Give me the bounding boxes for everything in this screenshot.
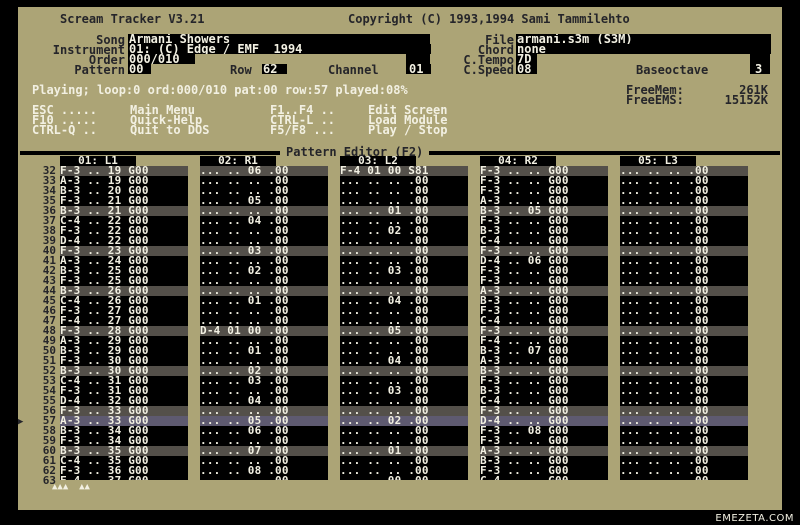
app-title: Scream Tracker V3.21 — [60, 12, 205, 26]
baseoctave-label: Baseoctave — [636, 63, 709, 77]
channel-label: Channel — [328, 63, 379, 77]
channel-header-4[interactable]: 04: R2 — [480, 155, 556, 166]
watermark: EMEZETA.COM — [715, 513, 794, 524]
pattern-cell[interactable]: ... .. 00 .00 — [340, 475, 468, 480]
song-name-field[interactable]: Armani Showers — [128, 34, 387, 44]
help-key-f5-f8: F5/F8 ... — [270, 123, 336, 137]
ctempo-field[interactable]: 7D — [516, 54, 537, 64]
cspeed-label: C.Speed — [463, 63, 514, 77]
file-field[interactable]: armani.s3m (S3M) — [516, 34, 771, 44]
instrument-field[interactable]: 01: (C) Edge / EMF 1994 — [128, 44, 431, 54]
help-key-ctrl-q: CTRL-Q .. — [32, 123, 98, 137]
help-quit-dos[interactable]: Quit to DOS — [130, 124, 209, 136]
tracker-screen: Scream Tracker V3.21 Copyright (C) 1993,… — [18, 7, 782, 510]
scroll-markers: ▲▲▲ ▲▲ — [52, 482, 90, 492]
freeems-value: 15152K — [724, 93, 768, 107]
channel-header-5[interactable]: 05: L3 — [620, 155, 696, 166]
pattern-cell[interactable]: F-4 .. 37 G00 — [60, 475, 188, 480]
channel-column-4[interactable]: F-3 .. .. G00 F-3 .. .. G00 F-3 .. .. G00 A… — [480, 166, 608, 480]
channel-header-3[interactable]: 03: L2 — [340, 155, 416, 166]
row-number-column: 32 33 34 35 36 37 38 39 40 41 42 43 44 45 46 47 48 49 50 51… — [18, 165, 58, 486]
cspeed-field[interactable]: 08 — [516, 64, 537, 74]
channel-column-2[interactable]: ... .. 06 .00... .. .. .00... .. .. .00.… — [200, 166, 328, 480]
play-position-arrow-icon: ▶ — [18, 417, 24, 427]
freeems-label: FreeEMS: — [626, 93, 684, 107]
pattern-field[interactable]: 00 — [128, 64, 151, 74]
channel-column-5[interactable]: ... .. .. .00... .. .. .00... .. .. .00.… — [620, 166, 748, 480]
channel-column-3[interactable]: F-4 01 00 S81... .. .. .00... .. .. .00.… — [340, 166, 468, 480]
playing-status: Playing; loop:0 ord:000/010 pat:00 row:5… — [32, 83, 408, 97]
help-play-stop[interactable]: Play / Stop — [368, 124, 447, 136]
row-label: Row — [230, 63, 252, 77]
chord-field[interactable]: none — [516, 44, 771, 54]
pattern-cell[interactable]: ... .. .. .00 — [200, 475, 328, 480]
row-field[interactable]: 62 — [262, 64, 287, 74]
channel-column-1[interactable]: F-3 .. 19 G00 A-3 .. 19 G00 B-3 .. 20 G00 F… — [60, 166, 188, 480]
pattern-cell[interactable]: ... .. .. .00 — [620, 475, 748, 480]
order-field[interactable]: 000/010 — [128, 54, 195, 64]
pattern-cell[interactable]: C-4 .. .. G00 — [480, 475, 608, 480]
channel-header-1[interactable]: 01: L1 — [60, 155, 136, 166]
baseoctave-field[interactable]: 3 — [754, 64, 767, 74]
channel-header-2[interactable]: 02: R1 — [200, 155, 276, 166]
copyright-text: Copyright (C) 1993,1994 Sami Tammilehto — [348, 12, 630, 26]
pattern-label: Pattern — [74, 63, 125, 77]
